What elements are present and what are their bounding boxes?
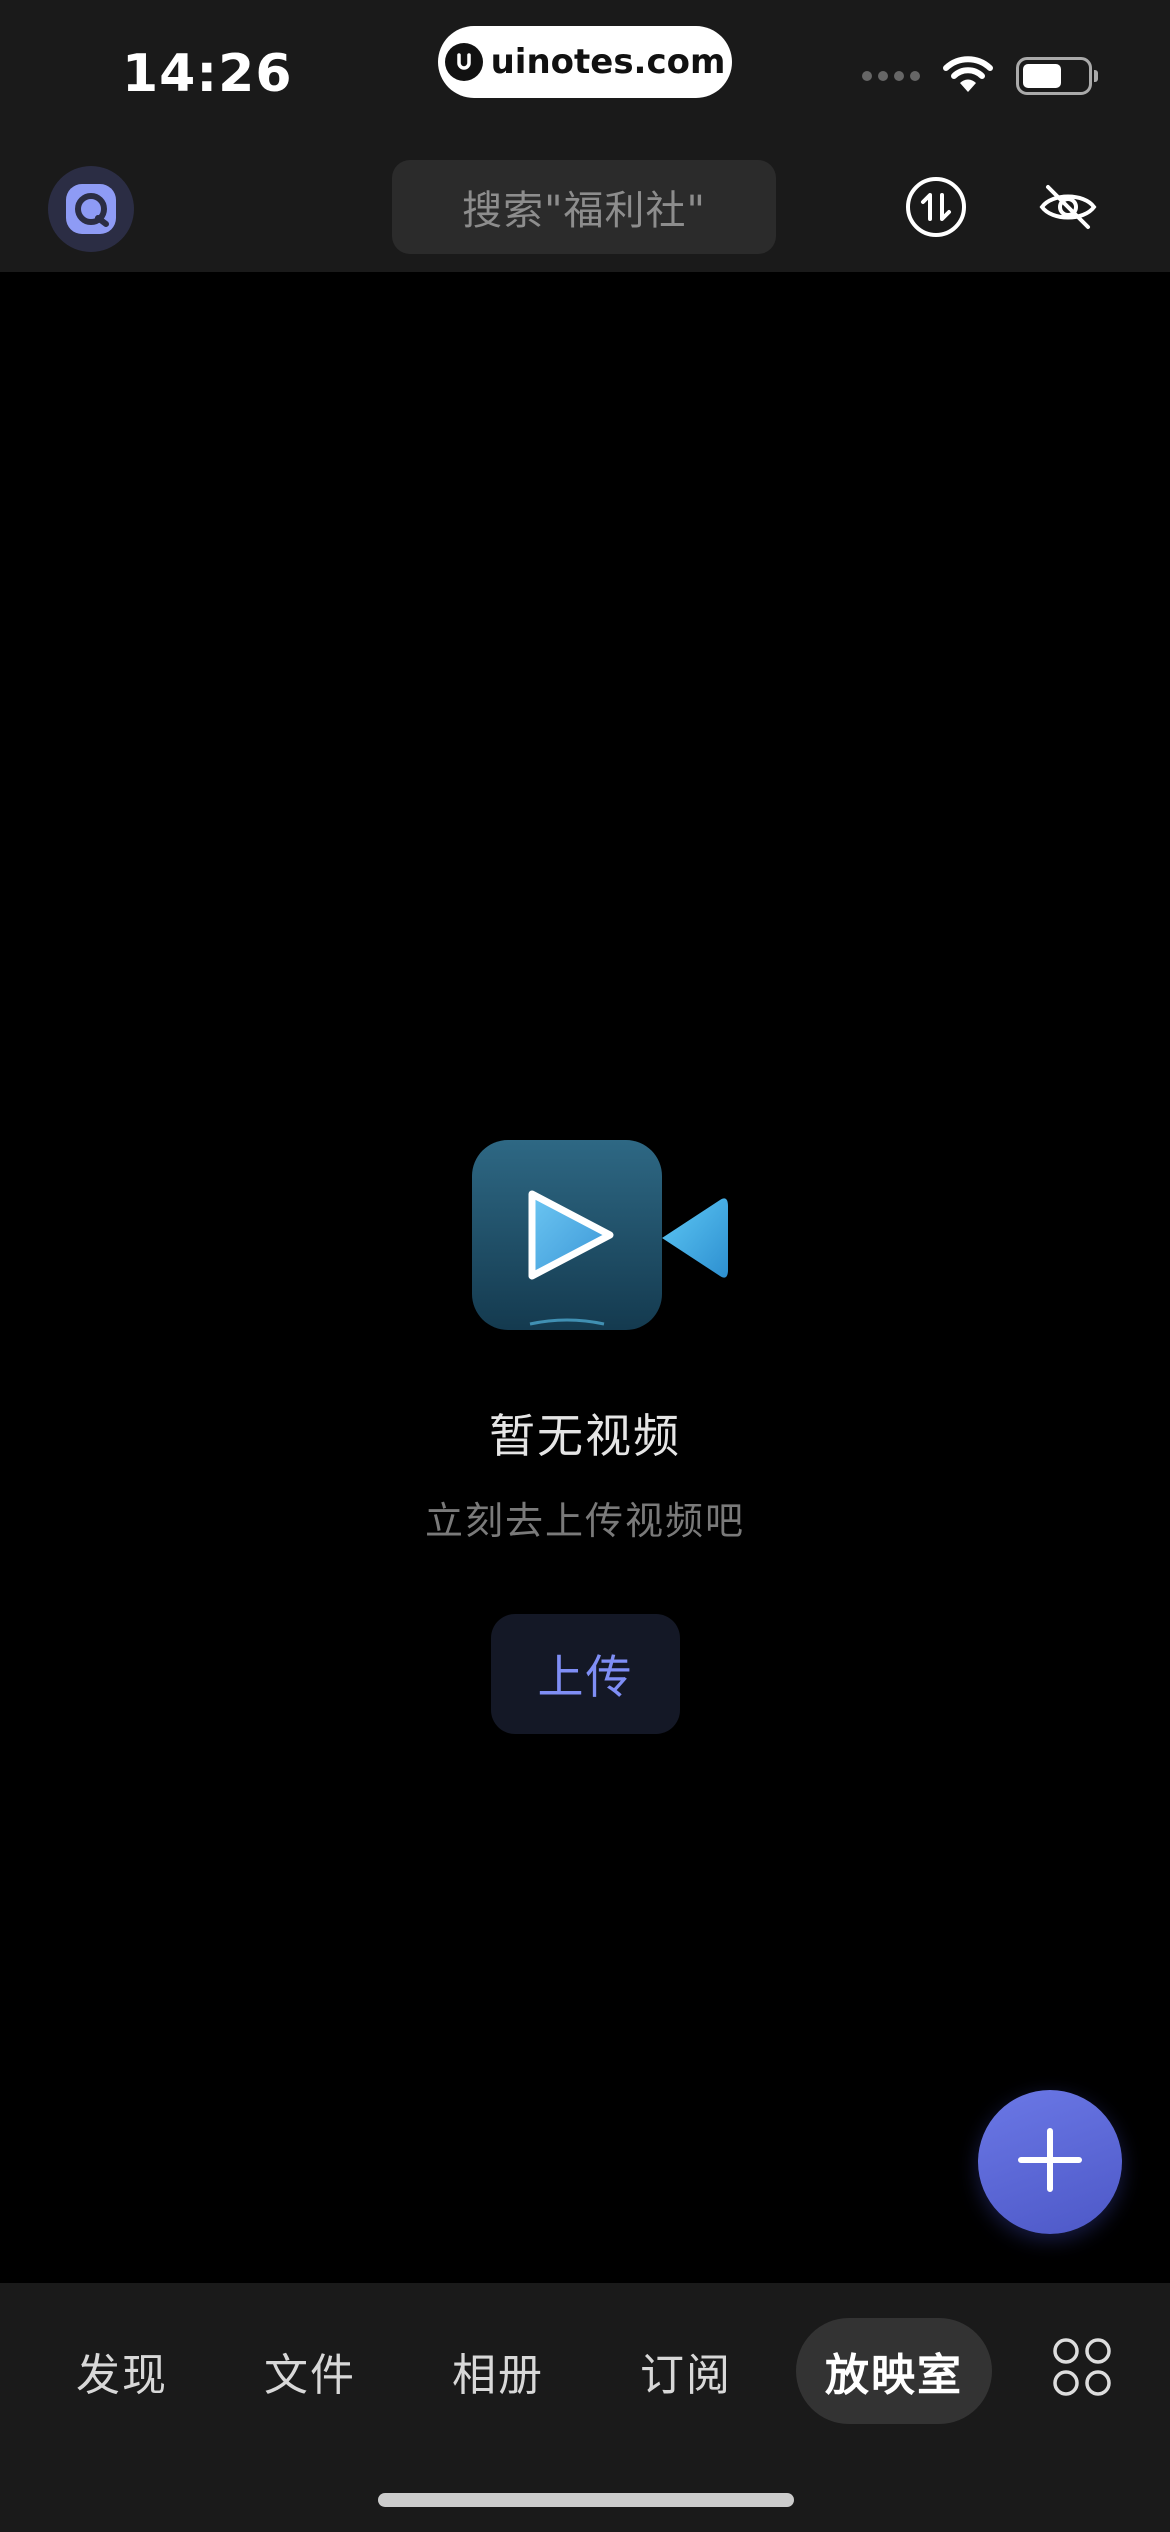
wifi-icon xyxy=(942,54,994,98)
more-apps-icon[interactable] xyxy=(1052,2337,1112,2397)
search-placeholder: 搜索"福利社" xyxy=(462,188,706,234)
empty-subtitle: 立刻去上传视频吧 xyxy=(424,1499,745,1543)
watermark-badge: uinotes.com xyxy=(438,26,732,98)
plus-icon xyxy=(1015,2125,1085,2199)
tab-files[interactable]: 文件 xyxy=(240,2318,380,2424)
home-indicator xyxy=(378,2493,794,2507)
watermark-logo-icon xyxy=(444,43,483,81)
add-button[interactable] xyxy=(978,2090,1122,2234)
battery-icon xyxy=(1016,57,1098,95)
app-avatar-icon[interactable] xyxy=(48,166,134,252)
eye-off-icon[interactable] xyxy=(1036,175,1100,239)
video-camera-icon xyxy=(470,1138,730,1338)
status-indicators xyxy=(862,54,1098,98)
status-time: 14:26 xyxy=(122,44,293,104)
empty-title: 暂无视频 xyxy=(489,1409,681,1463)
tab-screening-room[interactable]: 放映室 xyxy=(796,2318,992,2424)
screen: 14:26 uinotes.com 搜索"福利社" 暂无视频 立刻去上传视频吧 … xyxy=(0,0,1170,2532)
tab-album[interactable]: 相册 xyxy=(428,2318,568,2424)
cellular-signal-icon xyxy=(862,71,920,81)
tab-subscriptions[interactable]: 订阅 xyxy=(616,2318,756,2424)
upload-button[interactable]: 上传 xyxy=(491,1614,680,1734)
top-bar: 14:26 uinotes.com 搜索"福利社" xyxy=(0,0,1170,272)
transfer-icon[interactable] xyxy=(904,175,968,239)
watermark-text: uinotes.com xyxy=(490,42,726,82)
search-input[interactable]: 搜索"福利社" xyxy=(392,160,776,254)
bottom-tab-bar: 发现 文件 相册 订阅 放映室 xyxy=(0,2283,1170,2532)
tab-discover[interactable]: 发现 xyxy=(52,2318,192,2424)
